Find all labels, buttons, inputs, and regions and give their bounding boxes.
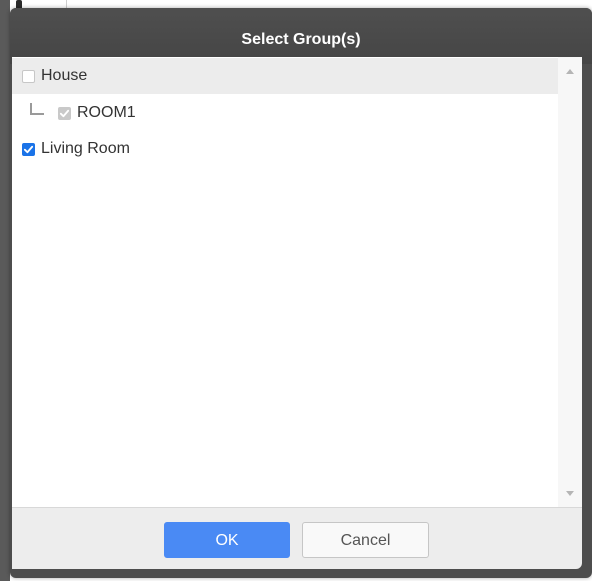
- tree-item-label: House: [41, 67, 88, 84]
- checkmark-icon: [59, 109, 70, 117]
- checkmark-icon: [23, 145, 34, 153]
- ok-button[interactable]: OK: [164, 522, 290, 558]
- house-checkbox[interactable]: [22, 69, 35, 83]
- background-edge: [0, 0, 10, 581]
- vertical-scrollbar[interactable]: [558, 57, 582, 507]
- tree-item-room1[interactable]: ROOM1: [12, 95, 558, 131]
- dialog-header: Select Group(s): [10, 8, 592, 64]
- dialog-footer: OK Cancel: [12, 507, 582, 569]
- group-tree[interactable]: House ROOM1 Living Room: [12, 57, 582, 507]
- tree-connector-icon: [30, 103, 44, 115]
- scroll-down-icon[interactable]: [566, 491, 574, 496]
- tree-item-living-room[interactable]: Living Room: [12, 131, 558, 167]
- tree-item-label: Living Room: [41, 140, 130, 157]
- cancel-button[interactable]: Cancel: [302, 522, 429, 558]
- tree-item-label: ROOM1: [77, 104, 136, 121]
- tree-item-house[interactable]: House: [12, 58, 558, 94]
- scroll-up-icon[interactable]: [566, 69, 574, 74]
- dialog-title: Select Group(s): [241, 31, 361, 48]
- living-room-checkbox[interactable]: [22, 142, 35, 156]
- room1-checkbox: [58, 106, 71, 120]
